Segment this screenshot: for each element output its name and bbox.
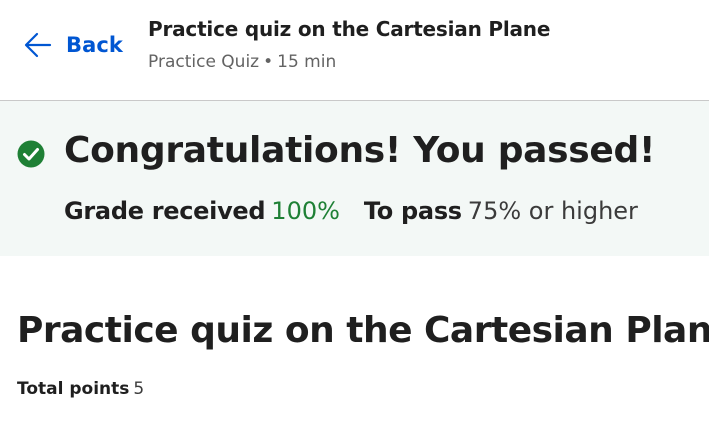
header-quiz-meta: Practice Quiz • 15 min [148,52,336,72]
grade-value: 100% [271,197,340,225]
total-points: Total points 5 [17,379,144,399]
back-label: Back [66,33,123,57]
page-title: Practice quiz on the Cartesian Plane [17,310,709,351]
quiz-header: Back Practice quiz on the Cartesian Plan… [0,0,709,101]
grade-label: Grade received [64,197,266,225]
quiz-duration: 15 min [277,52,337,72]
total-points-value: 5 [133,379,145,399]
meta-separator: • [263,52,274,72]
quiz-result-page: Back Practice quiz on the Cartesian Plan… [0,0,709,427]
arrow-left-icon [24,31,52,59]
result-banner: Congratulations! You passed! Grade recei… [0,101,709,256]
pass-label: To pass [363,197,462,225]
pass-threshold: To pass 75% or higher [364,197,638,225]
result-title: Congratulations! You passed! [64,130,656,171]
quiz-type: Practice Quiz [148,52,260,72]
total-points-label: Total points [17,379,130,399]
header-quiz-title: Practice quiz on the Cartesian Plane [148,17,551,41]
pass-value: 75% or higher [467,197,638,225]
grade-summary: Grade received 100% To pass 75% or higher [64,197,638,225]
back-button[interactable]: Back [24,29,123,61]
check-circle-icon [17,140,45,172]
